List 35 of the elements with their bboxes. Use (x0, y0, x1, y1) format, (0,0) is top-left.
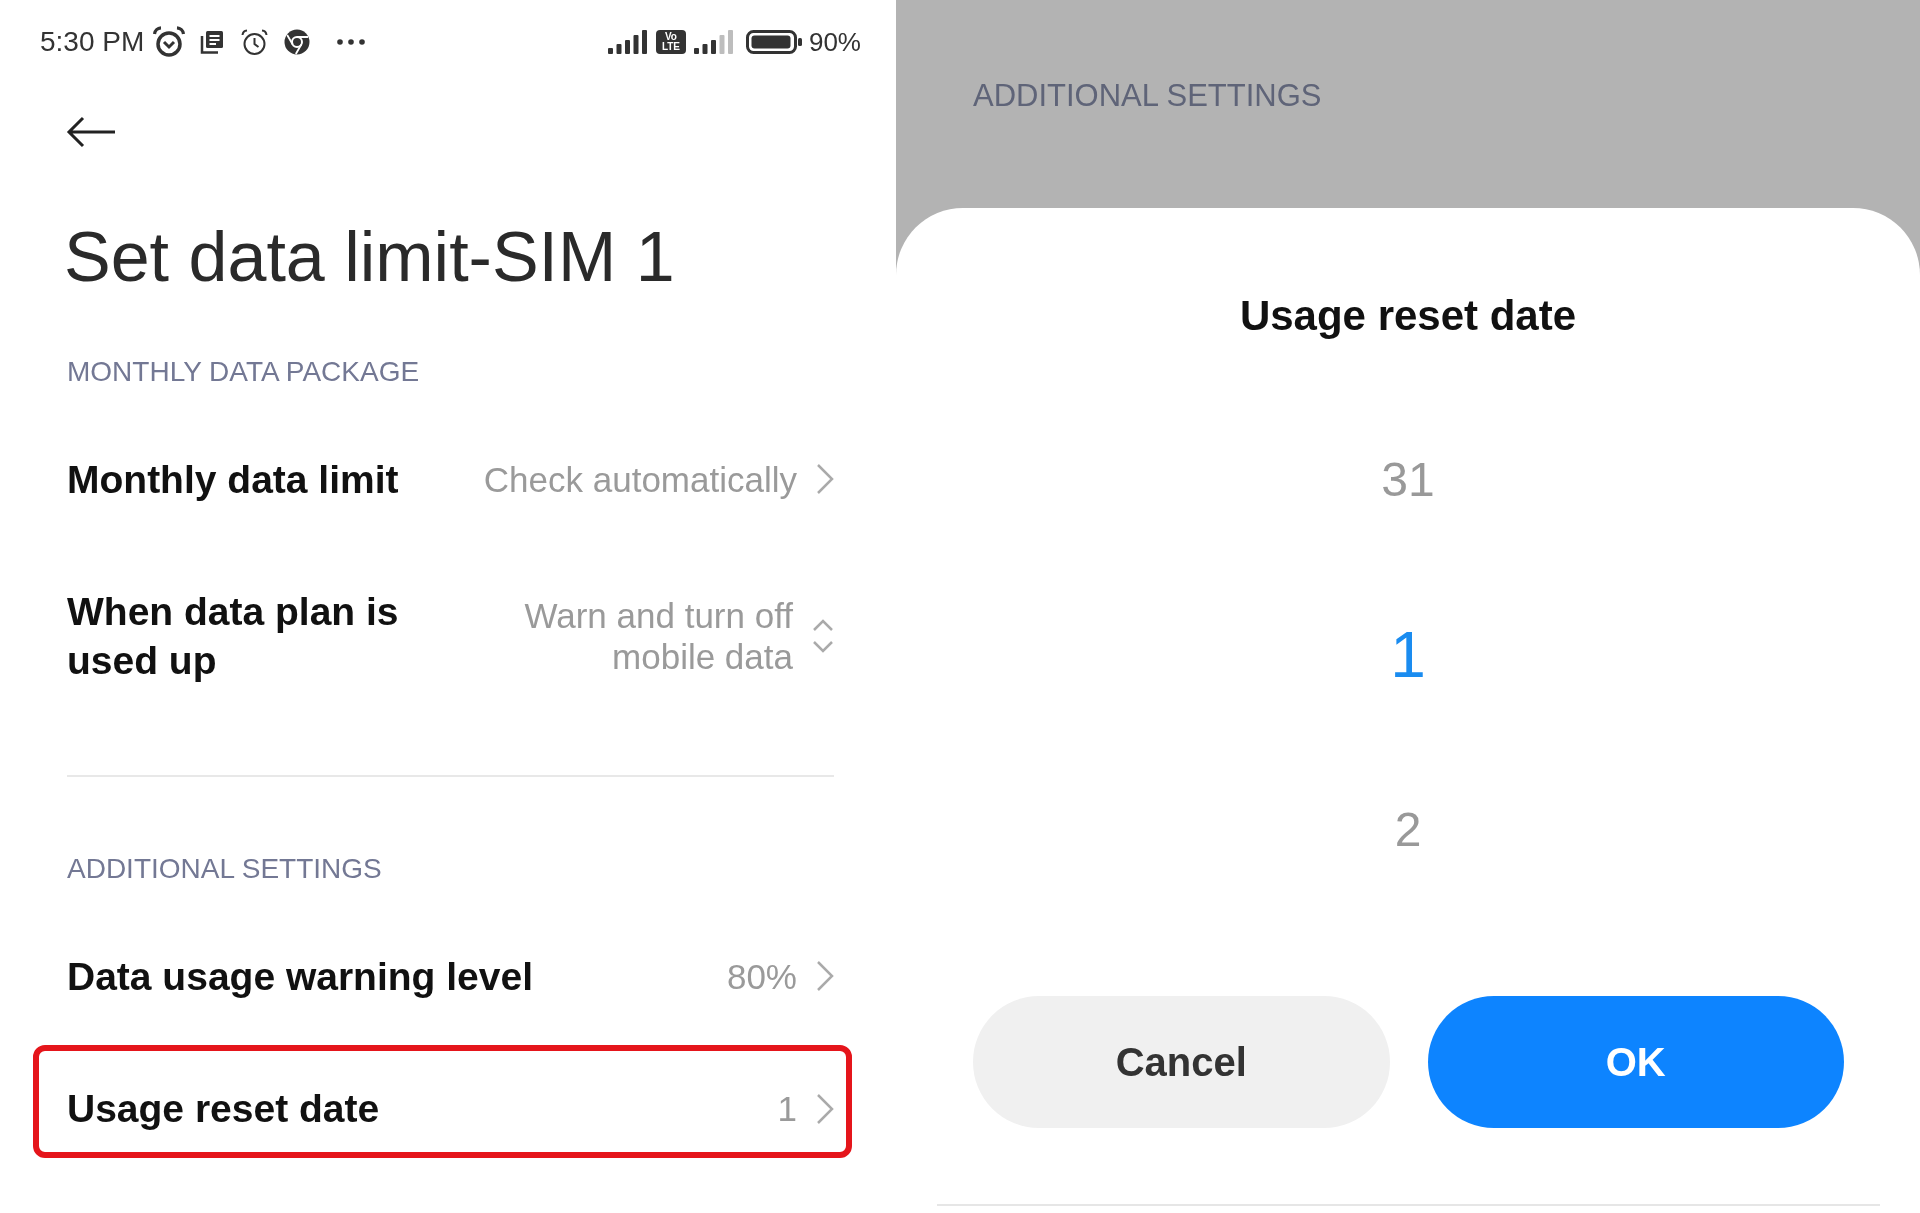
up-down-chevron-icon (812, 618, 834, 654)
setting-value: 80% (725, 955, 797, 997)
chevron-right-icon (816, 1092, 834, 1125)
setting-label: Usage reset date (67, 1086, 380, 1132)
setting-value: Warn and turn off mobile data (523, 595, 793, 677)
notes-icon (200, 30, 225, 54)
settings-row[interactable]: Data usage warning level 80% (33, 907, 852, 1045)
settings-row[interactable]: When data plan is used up Warn and turn off mobile data (33, 548, 852, 724)
dialog-title: Usage reset date (1239, 291, 1577, 341)
more-icon (337, 39, 366, 45)
page-title: Set data limit-SIM 1 (64, 217, 675, 297)
settings-row[interactable]: Usage reset date 1 (33, 1045, 852, 1158)
signal-icon (693, 30, 734, 54)
setting-label: Monthly data limit (67, 456, 399, 503)
signal-icon (607, 30, 648, 54)
status-time: 5:30 PM (40, 26, 145, 58)
ok-button[interactable]: OK (1427, 996, 1844, 1128)
setting-value: 1 (776, 1088, 797, 1129)
volte-badge: Vo LTE (655, 30, 686, 54)
setting-value: Check automatically (482, 458, 797, 500)
chevron-right-icon (816, 960, 834, 992)
chevron-right-icon (816, 463, 834, 495)
section-header: ADDITIONAL SETTINGS (67, 853, 382, 885)
section-header: MONTHLY DATA PACKAGE (67, 356, 420, 388)
battery-icon (745, 30, 802, 54)
browser-icon (284, 29, 311, 55)
alarm-icon (241, 28, 269, 56)
setting-label: Data usage warning level (67, 953, 533, 1000)
back-icon[interactable] (66, 116, 116, 148)
battery-percent: 90% (808, 27, 861, 57)
cancel-button[interactable]: Cancel (973, 996, 1390, 1128)
alarm-clock-icon (152, 26, 187, 58)
settings-row[interactable]: Monthly data limit Check automatically (33, 410, 852, 548)
setting-label: When data plan is used up (67, 589, 400, 684)
section-header: ADDITIONAL SETTINGS (973, 78, 1322, 113)
